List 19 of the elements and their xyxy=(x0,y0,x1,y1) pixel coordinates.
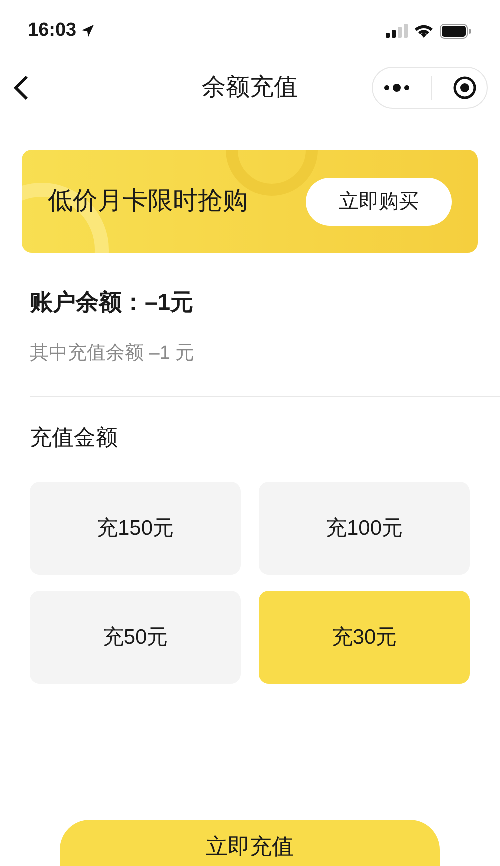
amount-option[interactable]: 充30元 xyxy=(259,591,470,684)
buy-now-button[interactable]: 立即购买 xyxy=(306,178,452,226)
page-title: 余额充值 xyxy=(202,72,298,102)
signal-icon xyxy=(386,24,408,38)
amount-option[interactable]: 充150元 xyxy=(30,482,241,575)
account-balance: 账户余额：–1元 xyxy=(30,288,195,317)
record-icon[interactable] xyxy=(452,76,477,100)
recharge-balance: 其中充值余额 –1 元 xyxy=(30,342,196,366)
amount-option[interactable]: 充100元 xyxy=(259,482,470,575)
location-arrow-icon xyxy=(80,24,95,38)
more-icon[interactable] xyxy=(383,84,412,92)
capsule-menu[interactable] xyxy=(372,66,488,108)
battery-icon xyxy=(440,24,472,38)
wifi-icon xyxy=(414,24,434,38)
amount-option[interactable]: 充50元 xyxy=(30,591,241,684)
recharge-button[interactable]: 立即充值 xyxy=(60,820,440,866)
amount-label: 充值金额 xyxy=(29,424,119,452)
status-time: 16:03 xyxy=(28,18,77,43)
banner-text: 低价月卡限时抢购 xyxy=(48,186,248,217)
